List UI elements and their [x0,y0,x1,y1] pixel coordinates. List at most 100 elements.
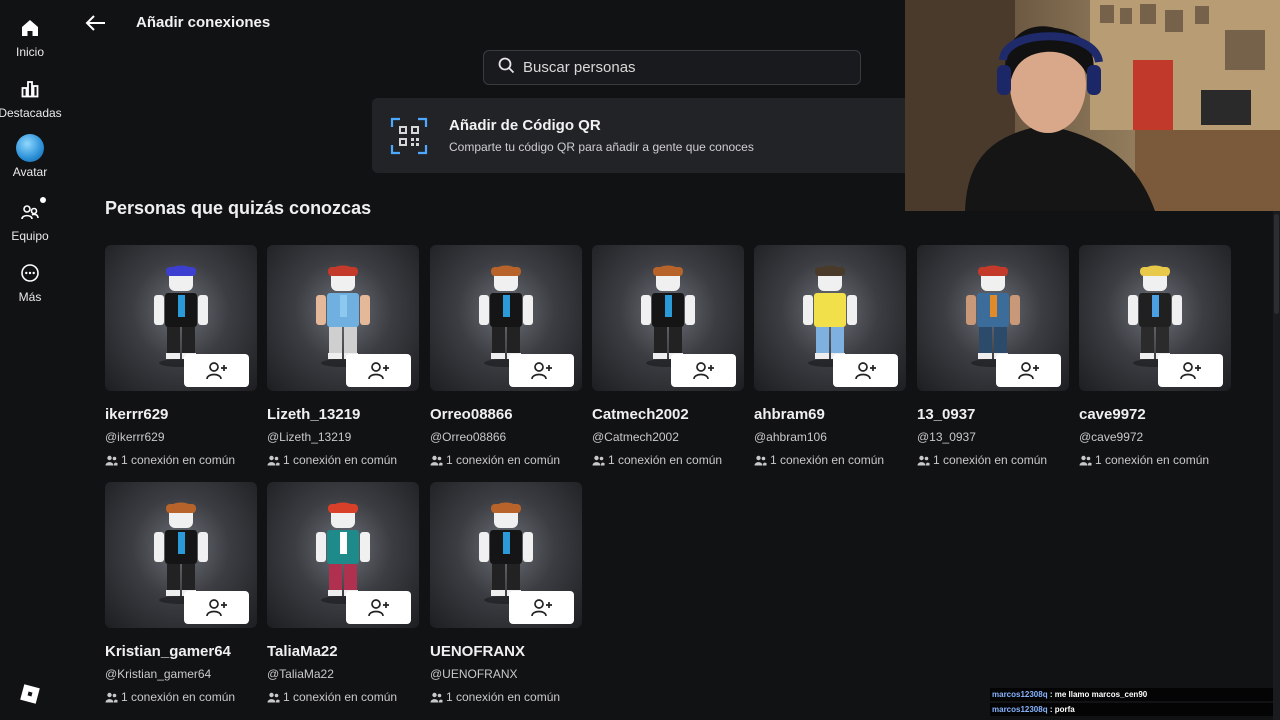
avatar-figure [316,265,370,367]
sidebar-item-label: Inicio [15,45,44,59]
add-connection-button[interactable] [346,354,411,387]
person-name[interactable]: Kristian_gamer64 [105,643,257,660]
avatar-icon [16,134,44,162]
avatar-figure [154,265,208,367]
sidebar-item-mas[interactable]: Más [0,261,60,304]
sidebar-item-label: Más [18,290,42,304]
mutual-text: 1 conexión en común [446,453,561,467]
person-handle: @Kristian_gamer64 [105,667,212,681]
mutual-text: 1 conexión en común [121,453,236,467]
person-card[interactable]: Lizeth_13219 @Lizeth_13219 1 conexión en c… [267,245,419,467]
person-card[interactable]: ikerrr629 @ikerrr629 1 conexión en común [105,245,257,467]
person-name[interactable]: cave9972 [1079,406,1231,423]
person-card[interactable]: Catmech2002 @Catmech2002 1 conexión en com… [592,245,744,467]
avatar-figure [966,265,1020,367]
person-card[interactable]: cave9972 @cave9972 1 conexión en común [1079,245,1231,467]
person-name[interactable]: ikerrr629 [105,406,257,423]
chat-message: marcos12308q : porfa [990,703,1280,716]
avatar-thumbnail[interactable] [267,482,419,628]
charts-icon [18,77,42,101]
search-icon [498,57,515,79]
search-field[interactable] [483,50,861,85]
person-name[interactable]: 13_0937 [917,406,1069,423]
webcam-image [905,0,1280,211]
add-connection-button[interactable] [184,591,249,624]
person-handle: @Catmech2002 [592,430,679,444]
mutual-text: 1 conexión en común [121,690,236,704]
avatar-thumbnail[interactable] [430,245,582,391]
mutual-text: 1 conexión en común [608,453,723,467]
mutual-connections: 1 conexión en común [592,453,744,467]
mutual-text: 1 conexión en común [933,453,1048,467]
add-user-icon [205,598,227,616]
person-handle: @13_0937 [917,430,976,444]
avatar-thumbnail[interactable] [105,245,257,391]
section-title: Personas que quizás conozcas [105,198,372,218]
chat-username: marcos12308q [992,690,1048,699]
person-name[interactable]: Orreo08866 [430,406,582,423]
add-connection-button[interactable] [509,354,574,387]
app-window: Inicio Destacadas Avatar Equipo Más Añad… [0,0,1280,720]
avatar-figure [803,265,857,367]
sidebar-item-label: Destacadas [0,106,62,120]
add-connection-button[interactable] [346,591,411,624]
mutual-text: 1 conexión en común [1095,453,1210,467]
add-connection-button[interactable] [671,354,736,387]
person-handle: @cave9972 [1079,430,1144,444]
person-card[interactable]: Kristian_gamer64 @Kristian_gamer64 1 conex… [105,482,257,704]
avatar-thumbnail[interactable] [430,482,582,628]
avatar-figure [316,502,370,604]
add-user-icon [1179,361,1201,379]
add-connection-button[interactable] [833,354,898,387]
avatar-figure [479,265,533,367]
avatar-thumbnail[interactable] [754,245,906,391]
person-handle: @Lizeth_13219 [267,430,352,444]
qr-code-card[interactable]: Añadir de Código QR Comparte tu código Q… [372,98,912,173]
person-handle: @ikerrr629 [105,430,165,444]
person-card[interactable]: 13_0937 @13_0937 1 conexión en común [917,245,1069,467]
add-connection-button[interactable] [996,354,1061,387]
scrollbar-thumb[interactable] [1274,214,1279,314]
person-card[interactable]: ahbram69 @ahbram106 1 conexión en común [754,245,906,467]
stream-chat: marcos12308q : me llamo marcos_cen90 mar… [990,688,1280,718]
search-input[interactable] [523,59,860,76]
add-user-icon [205,361,227,379]
avatar-thumbnail[interactable] [267,245,419,391]
person-card[interactable]: UENOFRANX @UENOFRANX 1 conexión en común [430,482,582,704]
people-icon [430,455,443,465]
person-card[interactable]: Orreo08866 @Orreo08866 1 conexión en común [430,245,582,467]
mutual-connections: 1 conexión en común [267,453,419,467]
add-user-icon [854,361,876,379]
avatar-thumbnail[interactable] [1079,245,1231,391]
mutual-connections: 1 conexión en común [105,690,257,704]
qr-card-subtitle: Comparte tu código QR para añadir a gent… [449,140,754,154]
add-connection-button[interactable] [509,591,574,624]
sidebar-item-inicio[interactable]: Inicio [0,16,60,59]
add-user-icon [692,361,714,379]
people-icon [267,692,280,702]
person-name[interactable]: Catmech2002 [592,406,744,423]
sidebar-item-equipo[interactable]: Equipo [0,197,60,243]
avatar-thumbnail[interactable] [917,245,1069,391]
person-name[interactable]: TaliaMa22 [267,643,419,660]
person-name[interactable]: Lizeth_13219 [267,406,419,423]
mutual-text: 1 conexión en común [446,690,561,704]
back-button[interactable] [84,12,108,34]
sidebar-item-avatar[interactable]: Avatar [0,134,60,179]
add-connection-button[interactable] [1158,354,1223,387]
avatar-thumbnail[interactable] [592,245,744,391]
chat-text: : porfa [1049,705,1075,714]
avatar-thumbnail[interactable] [105,482,257,628]
person-name[interactable]: ahbram69 [754,406,906,423]
add-connection-button[interactable] [184,354,249,387]
roblox-logo-icon[interactable] [20,684,40,704]
home-icon [18,16,42,40]
add-user-icon [530,598,552,616]
notification-dot [40,197,46,203]
people-icon [267,455,280,465]
sidebar-item-destacadas[interactable]: Destacadas [0,77,62,120]
person-card[interactable]: TaliaMa22 @TaliaMa22 1 conexión en común [267,482,419,704]
mutual-connections: 1 conexión en común [1079,453,1231,467]
add-user-icon [367,361,389,379]
person-name[interactable]: UENOFRANX [430,643,582,660]
